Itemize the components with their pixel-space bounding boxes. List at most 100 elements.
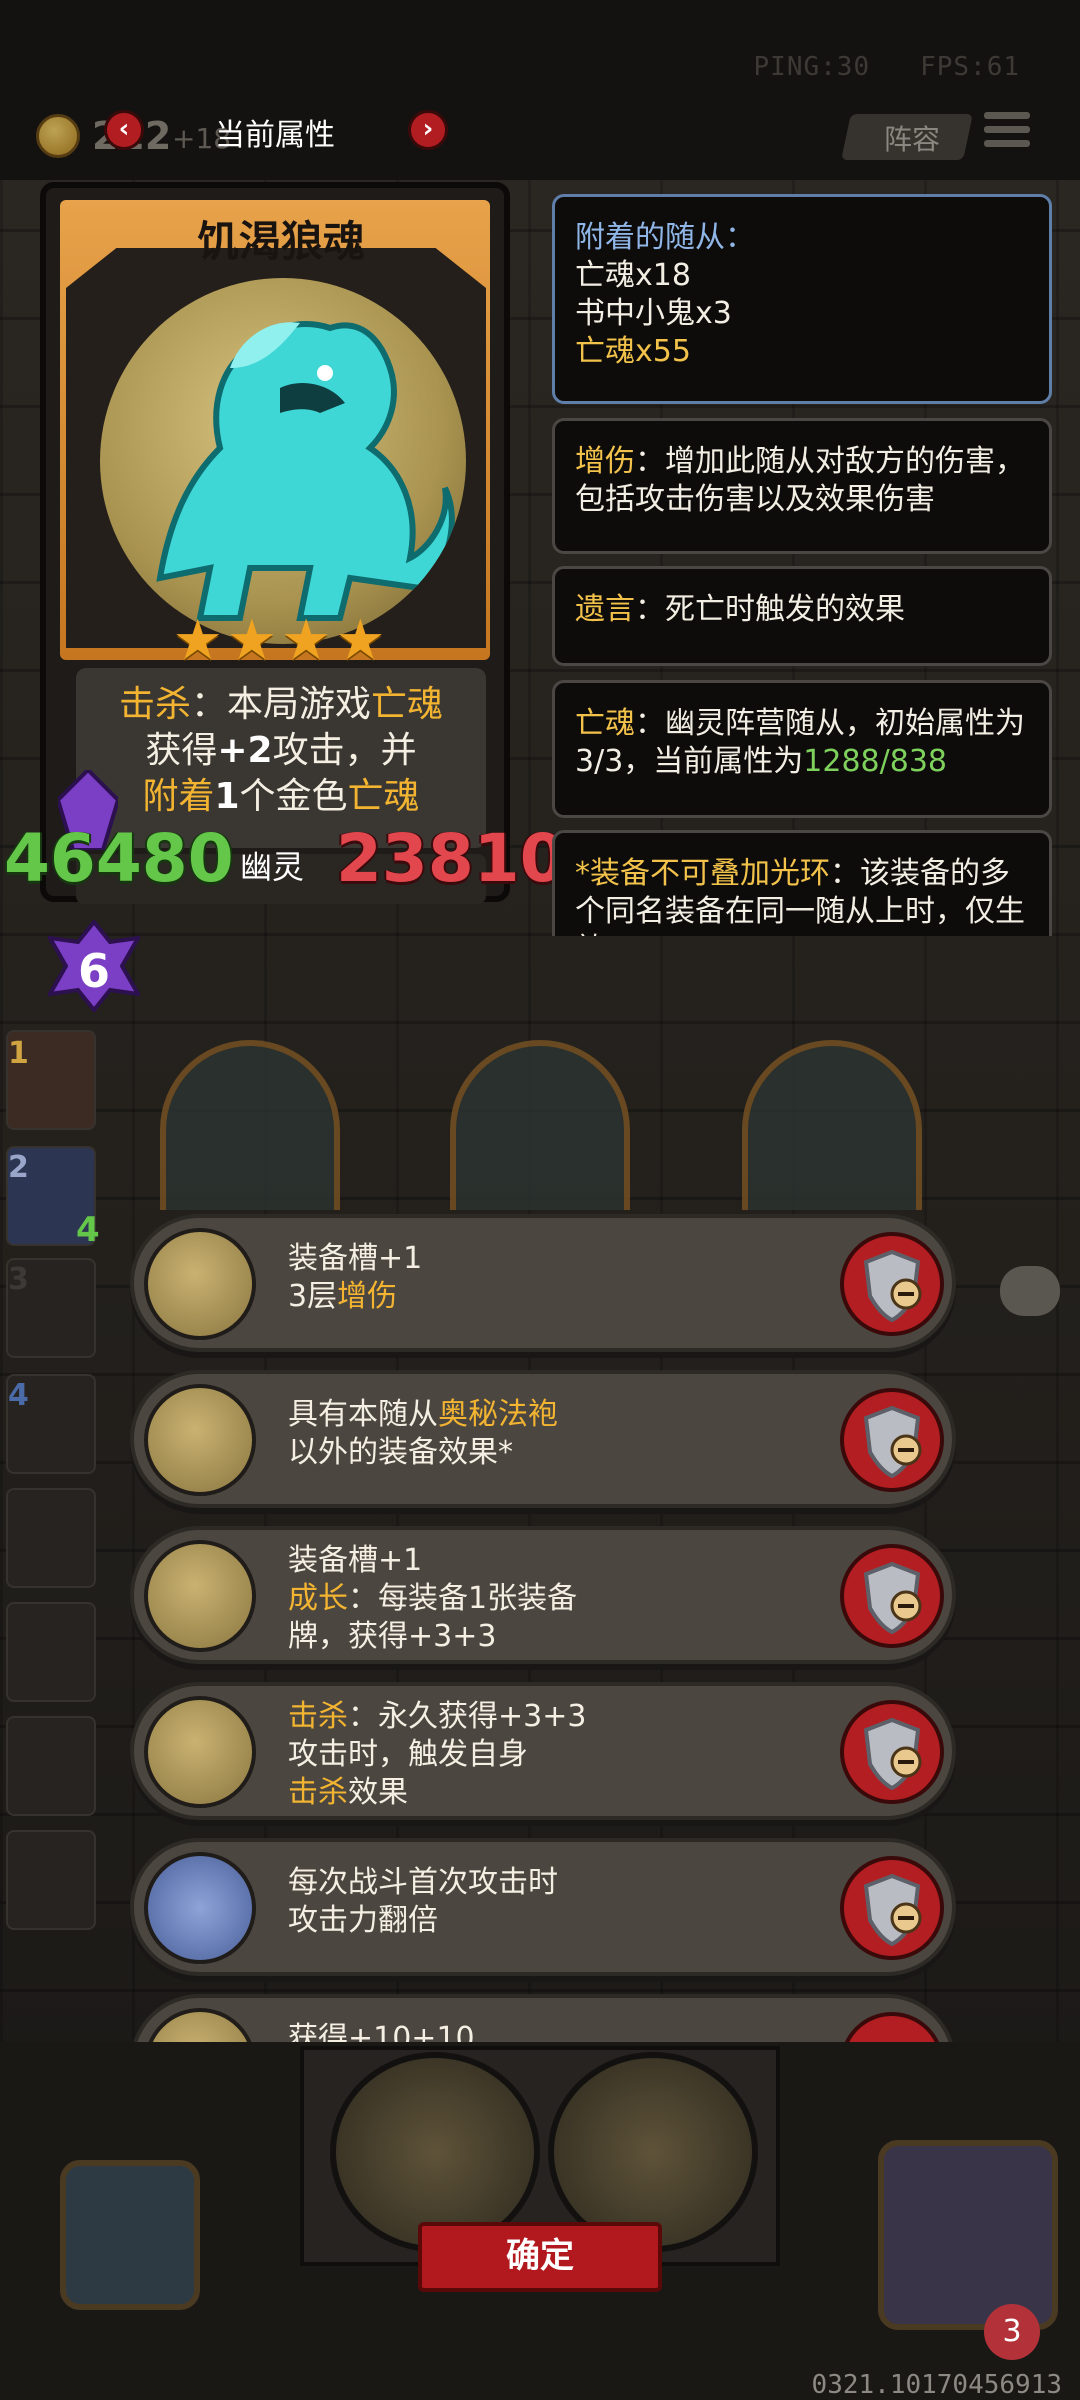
shield-minus-icon xyxy=(863,1717,922,1791)
minion-name: 饥渴狼魂 xyxy=(196,217,365,266)
ability-part-2: 获得 xyxy=(145,730,218,771)
previous-attribute-button[interactable]: ‹ xyxy=(104,110,144,150)
opponent-hero[interactable] xyxy=(878,2140,1058,2330)
spirit-rider-icon xyxy=(144,1852,256,1964)
wolf-icon xyxy=(156,321,455,621)
equipment-line: 每次战斗首次攻击时 xyxy=(288,1865,558,1900)
damage-keyword: 增伤 xyxy=(337,1279,398,1314)
soul-panel-keyword: 亡魂 xyxy=(575,706,635,741)
menu-icon[interactable] xyxy=(984,112,1030,154)
deathrattle-keyword: 遗言 xyxy=(575,592,635,627)
ability-part-1: ：本局游戏 xyxy=(190,684,371,725)
equipment-line: 3层 xyxy=(288,1279,338,1314)
attached-item: 书中小鬼x3 xyxy=(575,296,732,331)
equipment-item[interactable]: 击杀：永久获得+3+3 攻击时，触发自身 击杀效果 xyxy=(130,1682,956,1820)
equipment-item[interactable]: 具有本随从奥秘法袍 以外的装备效果* xyxy=(130,1370,956,1508)
confirm-button[interactable]: 确定 xyxy=(418,2222,662,2292)
unequip-button[interactable] xyxy=(840,1856,944,1960)
soul-panel: 亡魂：幽灵阵营随从，初始属性为3/3，当前属性为1288/838 xyxy=(552,680,1052,818)
attack-value: 46480 xyxy=(4,820,234,897)
lineup-label: 阵容 xyxy=(884,123,941,156)
roster-slot[interactable] xyxy=(6,1716,96,1816)
roster-number: 3 xyxy=(8,1262,29,1297)
coin-icon xyxy=(36,114,80,158)
growth-keyword: 成长 xyxy=(288,1581,348,1616)
roster-slot[interactable] xyxy=(6,1602,96,1702)
equipment-line: 装备槽+1 xyxy=(288,1543,423,1578)
gauntlet-icon xyxy=(144,1228,256,1340)
board-slot-wolf[interactable] xyxy=(160,1040,340,1210)
damage-keyword: 增伤 xyxy=(575,444,635,479)
small-attack-value: 4 xyxy=(76,1210,100,1250)
scythe-icon xyxy=(144,1696,256,1808)
attach-count: 1 xyxy=(214,776,240,817)
attach-keyword: 附着 xyxy=(142,776,215,817)
soul-keyword: 亡魂 xyxy=(371,684,444,725)
shield-minus-icon xyxy=(863,1873,922,1947)
equipment-item[interactable]: 装备槽+1 3层增伤 xyxy=(130,1214,956,1352)
armor-icon xyxy=(144,1540,256,1652)
spirit-wolf-portrait xyxy=(100,278,466,644)
unequip-button[interactable] xyxy=(840,1232,944,1336)
player-hero[interactable] xyxy=(60,2160,200,2310)
attack-bonus: +2 xyxy=(217,730,273,771)
attached-item: 亡魂x55 xyxy=(575,334,691,369)
equipment-line: 牌，获得+3+3 xyxy=(288,1619,497,1654)
soul-current-stats: 1288/838 xyxy=(803,744,947,779)
equipment-line: 具有本随从 xyxy=(288,1397,438,1432)
equipment-line: 以外的装备效果* xyxy=(288,1435,513,1470)
roster-number: 4 xyxy=(8,1378,29,1413)
equipment-description: 每次战斗首次攻击时 攻击力翻倍 xyxy=(288,1864,808,1940)
chat-icon[interactable] xyxy=(1000,1266,1060,1316)
equipment-item[interactable]: 装备槽+1 成长：每装备1张装备 牌，获得+3+3 xyxy=(130,1526,956,1664)
kill-keyword: 击杀 xyxy=(288,1775,348,1810)
shield-minus-icon xyxy=(863,1561,922,1635)
board-slot-sorceress[interactable] xyxy=(450,1040,630,1210)
build-version: 0321.10170456913 xyxy=(811,2370,1062,2400)
equipment-item[interactable]: 每次战斗首次攻击时 攻击力翻倍 xyxy=(130,1838,956,1976)
ability-part-3: 攻击，并 xyxy=(272,730,417,771)
roster-slot[interactable] xyxy=(6,1488,96,1588)
ability-part-4: 个金色 xyxy=(239,776,348,817)
deathrattle-description: ：死亡时触发的效果 xyxy=(635,592,905,627)
equipment-line: ：每装备1张装备 xyxy=(348,1581,578,1616)
attached-item: 亡魂x18 xyxy=(575,258,691,293)
tribe-label: 幽灵 xyxy=(240,848,305,886)
soul-description: ：幽灵阵营随从，初始属性为3/3，当前属性为 xyxy=(575,706,1025,779)
equipment-description: 装备槽+1 3层增伤 xyxy=(288,1240,808,1316)
equipment-line: 攻击时，触发自身 xyxy=(288,1737,528,1772)
equipment-description: 具有本随从奥秘法袍 以外的装备效果* xyxy=(288,1396,808,1472)
kill-keyword: 击杀 xyxy=(288,1699,348,1734)
equipment-description: 击杀：永久获得+3+3 攻击时，触发自身 击杀效果 xyxy=(288,1698,808,1812)
board-slot-pirate[interactable] xyxy=(742,1040,922,1210)
damage-bonus-panel: 增伤：增加此随从对敌方的伤害，包括攻击伤害以及效果伤害 xyxy=(552,418,1052,554)
aura-keyword: *装备不可叠加光环 xyxy=(575,856,830,891)
shield-minus-icon xyxy=(863,1249,922,1323)
ping-readout: PING:30 xyxy=(753,52,871,82)
fps-readout: FPS:61 xyxy=(920,52,1020,82)
unequip-button[interactable] xyxy=(840,1388,944,1492)
aura-panel: *装备不可叠加光环：该装备的多个同名装备在同一随从上时，仅生效 xyxy=(552,830,1052,936)
star-rating: ★★★★ xyxy=(172,608,390,673)
unequip-button[interactable] xyxy=(840,1700,944,1804)
equipment-line: 攻击力翻倍 xyxy=(288,1903,438,1938)
roster-number: 1 xyxy=(8,1036,29,1071)
opponent-health-badge: 3 xyxy=(984,2304,1040,2360)
damage-description: ：增加此随从对敌方的伤害，包括攻击伤害以及效果伤害 xyxy=(575,444,1025,517)
soul-keyword-2: 亡魂 xyxy=(347,776,420,817)
roster-slot[interactable] xyxy=(6,1830,96,1930)
attached-title: 附着的随从： xyxy=(575,220,755,255)
attribute-title: 当前属性 xyxy=(215,118,335,153)
mystic-robe-keyword: 奥秘法袍 xyxy=(438,1397,558,1432)
network-status: PING:30 FPS:61 xyxy=(754,52,1020,82)
equipment-description: 装备槽+1 成长：每装备1张装备 牌，获得+3+3 xyxy=(288,1542,808,1656)
next-attribute-button[interactable]: › xyxy=(408,110,448,150)
unequip-button[interactable] xyxy=(840,1544,944,1648)
deathrattle-panel: 遗言：死亡时触发的效果 xyxy=(552,566,1052,666)
robe-icon xyxy=(144,1384,256,1496)
tavern-tier-number: 6 xyxy=(77,944,110,998)
kill-keyword: 击杀 xyxy=(118,684,191,725)
shield-minus-icon xyxy=(863,1405,922,1479)
roster-number: 2 xyxy=(8,1150,29,1185)
equipment-line: 装备槽+1 xyxy=(288,1241,423,1276)
